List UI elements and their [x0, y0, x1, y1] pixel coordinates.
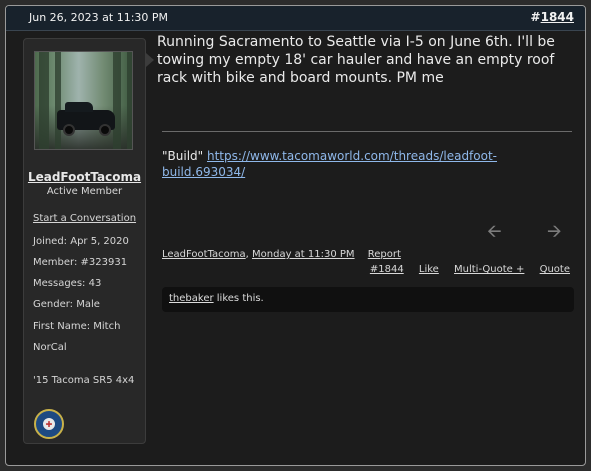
location-info: NorCal — [33, 342, 67, 353]
like-link[interactable]: Like — [419, 264, 439, 275]
start-conversation-link[interactable]: Start a Conversation — [33, 213, 136, 224]
avatar[interactable] — [34, 51, 133, 150]
coast-guard-seal-icon: ✚ — [34, 409, 64, 439]
username-link[interactable]: LeadFootTacoma — [24, 170, 145, 184]
report-link[interactable]: Report — [368, 249, 401, 260]
likes-summary: thebaker likes this. — [162, 287, 574, 312]
post-date: Jun 26, 2023 at 11:30 PM — [29, 11, 169, 24]
message-count: Messages: 43 — [33, 278, 102, 289]
post-message: Running Sacramento to Seattle via I-5 on… — [157, 34, 555, 86]
post-number-link[interactable]: #1844 — [531, 10, 574, 24]
user-sidebar: LeadFootTacoma Active Member Start a Con… — [23, 38, 146, 444]
joined-info: Joined: Apr 5, 2020 — [33, 236, 129, 247]
signature-link[interactable]: https://www.tacomaworld.com/threads/lead… — [162, 149, 497, 179]
post-header: Jun 26, 2023 at 11:30 PM #1844 — [6, 6, 585, 31]
likes-text: likes this. — [216, 293, 264, 304]
gender-info: Gender: Male — [33, 299, 100, 310]
vehicle-info: '15 Tacoma SR5 4x4 — [33, 375, 135, 386]
author-link[interactable]: LeadFootTacoma — [162, 249, 246, 260]
signature: "Build" https://www.tacomaworld.com/thre… — [162, 148, 542, 180]
post-actions: #1844 Like Multi-Quote + Quote — [358, 264, 570, 275]
multi-quote-link[interactable]: Multi-Quote + — [454, 264, 524, 275]
message-pointer — [146, 53, 154, 67]
arrow-left-icon[interactable]: 🡨 — [487, 219, 502, 249]
signature-label: "Build" — [162, 149, 204, 163]
arrow-right-icon[interactable]: 🡪 — [547, 219, 562, 249]
liker-link[interactable]: thebaker — [169, 293, 214, 304]
quote-link[interactable]: Quote — [540, 264, 570, 275]
signature-divider — [162, 131, 572, 132]
post-time-link[interactable]: Monday at 11:30 PM — [252, 249, 355, 260]
member-number: Member: #323931 — [33, 257, 128, 268]
post-number-footer-link[interactable]: #1844 — [370, 264, 404, 275]
first-name-info: First Name: Mitch — [33, 321, 121, 332]
post-footer-meta: LeadFootTacoma, Monday at 11:30 PM Repor… — [162, 249, 401, 260]
user-title: Active Member — [46, 186, 123, 197]
